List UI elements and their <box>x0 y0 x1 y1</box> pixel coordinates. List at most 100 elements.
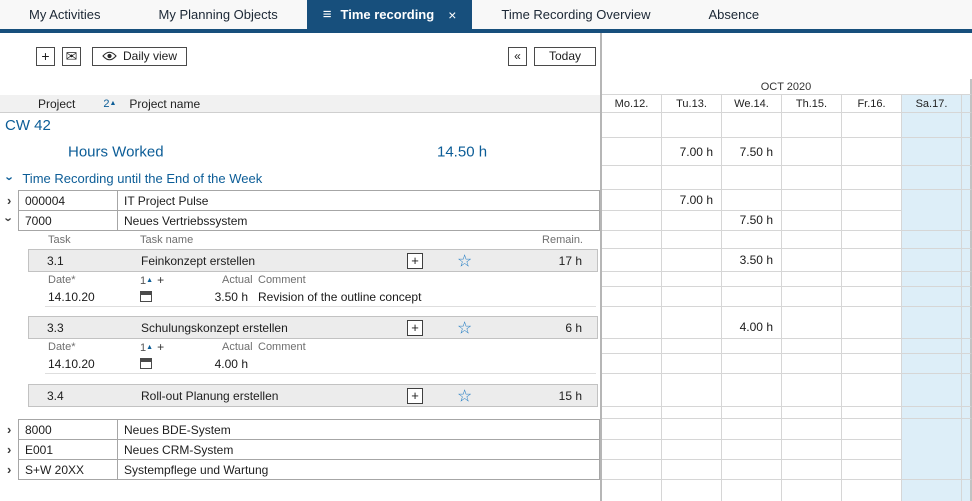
menu-icon[interactable]: ≡ <box>323 6 332 23</box>
booking-comment[interactable]: Revision of the outline concept <box>258 290 421 304</box>
task-cell[interactable]: 3.4 Roll-out Planung erstellen + ☆ 15 h <box>28 384 598 407</box>
project-name-cell[interactable]: Neues Vertriebssystem <box>118 210 600 231</box>
project-id-cell[interactable]: E001 <box>18 439 118 460</box>
grid-cell[interactable] <box>602 439 662 460</box>
collapse-icon[interactable]: › <box>4 176 17 180</box>
grid-cell[interactable] <box>902 419 962 440</box>
grid-cell[interactable] <box>902 384 962 407</box>
day-header[interactable]: We.14. <box>722 95 782 113</box>
grid-cell[interactable] <box>842 419 902 440</box>
previous-week-button[interactable]: « <box>508 47 527 66</box>
project-name-cell[interactable]: Neues BDE-System <box>118 419 600 440</box>
calendar-icon[interactable] <box>140 291 152 302</box>
add-booking-button[interactable]: + <box>407 388 423 404</box>
grid-cell[interactable] <box>722 190 782 211</box>
day-header[interactable]: Sa.17. <box>902 95 962 113</box>
grid-cell[interactable] <box>842 384 902 407</box>
grid-cell[interactable]: 4.00 h <box>722 316 782 339</box>
grid-cell[interactable] <box>722 384 782 407</box>
add-booking-button[interactable]: + <box>407 253 423 269</box>
add-button[interactable]: + <box>36 47 55 66</box>
task-cell[interactable]: 3.3 Schulungskonzept erstellen + ☆ 6 h <box>28 316 598 339</box>
project-name-cell[interactable]: Systempflege und Wartung <box>118 459 600 480</box>
grid-cell[interactable] <box>782 316 842 339</box>
calendar-icon[interactable] <box>140 358 152 369</box>
grid-cell[interactable] <box>902 210 962 231</box>
grid-cell[interactable] <box>842 249 902 272</box>
expand-icon[interactable]: › <box>7 443 11 456</box>
project-name-column-header[interactable]: Project name <box>129 97 200 111</box>
grid-cell[interactable] <box>722 439 782 460</box>
tab-my-activities[interactable]: My Activities <box>0 0 130 29</box>
grid-cell[interactable] <box>782 190 842 211</box>
tab-absence[interactable]: Absence <box>679 0 788 29</box>
grid-cell[interactable] <box>602 210 662 231</box>
grid-cell[interactable] <box>662 384 722 407</box>
project-name-cell[interactable]: IT Project Pulse <box>118 190 600 211</box>
grid-cell[interactable] <box>602 419 662 440</box>
sort-indicator[interactable]: 2▲ <box>103 98 116 110</box>
close-icon[interactable]: × <box>448 7 456 23</box>
mail-button[interactable]: ✉ <box>62 47 81 66</box>
grid-cell[interactable] <box>902 190 962 211</box>
grid-cell[interactable] <box>782 384 842 407</box>
grid-cell[interactable] <box>662 316 722 339</box>
project-id-cell[interactable]: 8000 <box>18 419 118 440</box>
booking-actual[interactable]: 3.50 h <box>185 290 248 304</box>
project-column-header[interactable]: Project <box>38 97 75 111</box>
today-button[interactable]: Today <box>534 47 596 66</box>
tab-time-recording-overview[interactable]: Time Recording Overview <box>472 0 679 29</box>
grid-cell[interactable] <box>842 439 902 460</box>
booking-date[interactable]: 14.10.20 <box>48 357 95 371</box>
expand-icon[interactable]: › <box>7 423 11 436</box>
favorite-star-icon[interactable]: ☆ <box>457 319 472 336</box>
booking-actual[interactable]: 4.00 h <box>185 357 248 371</box>
day-header[interactable]: Tu.13. <box>662 95 722 113</box>
grid-cell[interactable] <box>602 190 662 211</box>
grid-cell[interactable]: 3.50 h <box>722 249 782 272</box>
section-label[interactable]: Time Recording until the End of the Week <box>22 171 262 186</box>
expand-icon[interactable]: › <box>7 463 11 476</box>
project-name-cell[interactable]: Neues CRM-System <box>118 439 600 460</box>
project-id-cell[interactable]: 000004 <box>18 190 118 211</box>
view-select[interactable]: Daily view <box>92 47 187 66</box>
grid-cell[interactable] <box>662 210 722 231</box>
grid-cell[interactable] <box>842 459 902 480</box>
add-row-icon[interactable]: + <box>157 340 164 354</box>
grid-cell[interactable] <box>902 316 962 339</box>
task-cell[interactable]: 3.1 Feinkonzept erstellen + ☆ 17 h <box>28 249 598 272</box>
day-header[interactable]: Th.15. <box>782 95 842 113</box>
grid-cell[interactable] <box>902 439 962 460</box>
project-id-cell[interactable]: 7000 <box>18 210 118 231</box>
calendar-week-label[interactable]: CW 42 <box>0 113 600 138</box>
grid-cell[interactable] <box>602 384 662 407</box>
favorite-star-icon[interactable]: ☆ <box>457 252 472 269</box>
favorite-star-icon[interactable]: ☆ <box>457 387 472 404</box>
booking-date[interactable]: 14.10.20 <box>48 290 95 304</box>
grid-cell[interactable] <box>782 210 842 231</box>
add-row-icon[interactable]: + <box>157 273 164 287</box>
grid-cell[interactable] <box>842 210 902 231</box>
tab-time-recording[interactable]: ≡ Time recording × <box>307 0 473 29</box>
grid-cell[interactable]: 7.00 h <box>662 190 722 211</box>
grid-cell[interactable] <box>782 459 842 480</box>
grid-cell[interactable] <box>782 419 842 440</box>
grid-cell[interactable] <box>842 190 902 211</box>
grid-cell[interactable] <box>602 249 662 272</box>
day-header[interactable]: Fr.16. <box>842 95 902 113</box>
booking-sort-indicator[interactable]: 1▲+ <box>140 273 164 287</box>
grid-cell[interactable] <box>662 439 722 460</box>
collapse-icon[interactable]: › <box>3 217 16 221</box>
grid-cell[interactable] <box>722 419 782 440</box>
grid-cell[interactable] <box>782 249 842 272</box>
tab-my-planning-objects[interactable]: My Planning Objects <box>130 0 307 29</box>
grid-cell[interactable] <box>662 419 722 440</box>
grid-cell[interactable] <box>602 316 662 339</box>
grid-cell[interactable] <box>842 316 902 339</box>
expand-icon[interactable]: › <box>7 194 11 207</box>
add-booking-button[interactable]: + <box>407 320 423 336</box>
grid-cell[interactable] <box>662 459 722 480</box>
grid-cell[interactable] <box>602 459 662 480</box>
project-id-cell[interactable]: S+W 20XX <box>18 459 118 480</box>
grid-cell[interactable] <box>902 249 962 272</box>
